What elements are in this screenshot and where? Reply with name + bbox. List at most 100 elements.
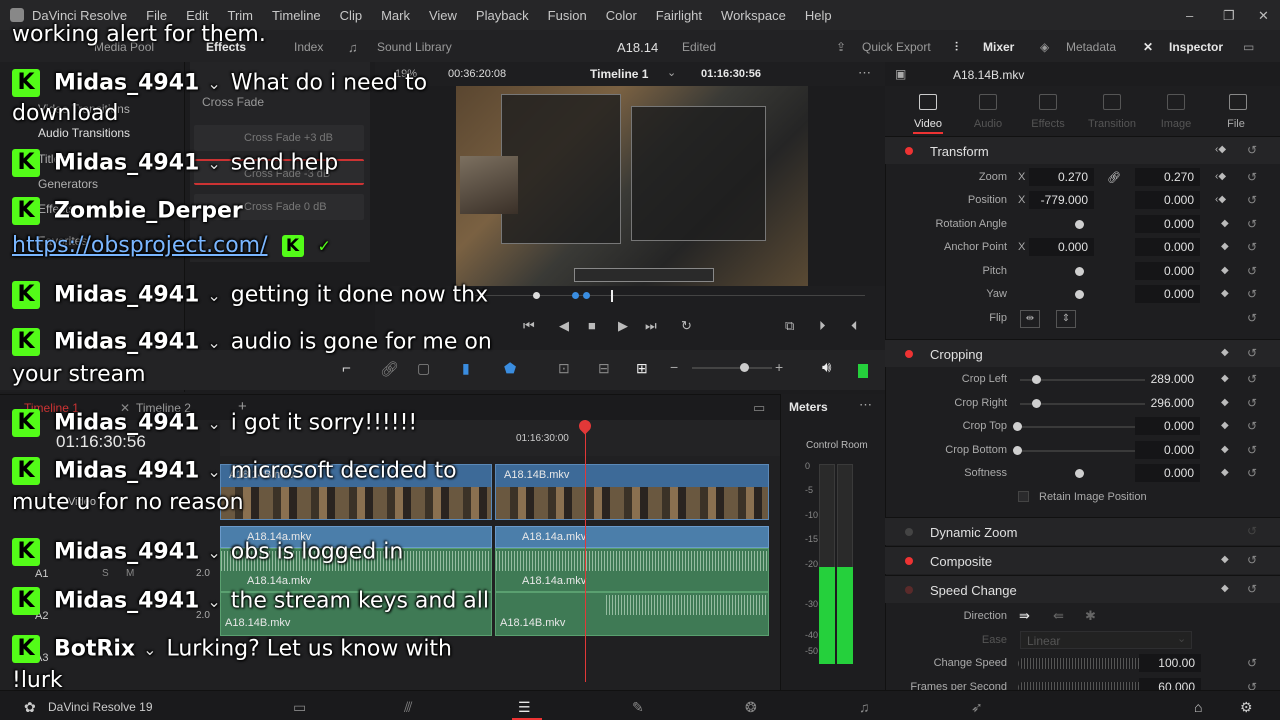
more-options-icon[interactable]: ⋯ xyxy=(858,65,871,81)
freeze-icon[interactable]: ✱ xyxy=(1085,608,1096,624)
deliver-page-icon[interactable]: ➶ xyxy=(971,699,983,716)
timeline-view-icon[interactable]: ▭ xyxy=(753,400,765,416)
keyframe-icon[interactable]: ◆ xyxy=(1221,241,1229,252)
next-edit-icon[interactable]: ⏵ xyxy=(819,318,826,334)
audio-clip[interactable]: A18.14a.mkv xyxy=(220,548,492,592)
reset-icon[interactable]: ↺ xyxy=(1247,311,1257,325)
effect-item[interactable]: Cross Fade +3 dB xyxy=(194,125,364,151)
timeline-selector[interactable]: Timeline 1 xyxy=(590,67,648,81)
tree-generators[interactable]: Generators xyxy=(38,177,98,191)
reset-icon[interactable]: ↺ xyxy=(1247,680,1257,690)
zoom-y-field[interactable]: 0.270 xyxy=(1135,168,1200,186)
reset-icon[interactable]: ↺ xyxy=(1247,466,1257,480)
menu-playback[interactable]: Playback xyxy=(476,8,529,23)
keyframe-icon[interactable]: ◆ xyxy=(1221,373,1229,384)
menu-workspace[interactable]: Workspace xyxy=(721,8,786,23)
fusion-page-icon[interactable]: ✎ xyxy=(632,699,644,716)
reset-icon[interactable]: ↺ xyxy=(1247,553,1257,567)
chevron-down-icon[interactable]: ⌄ xyxy=(667,66,676,79)
reset-icon[interactable]: ↺ xyxy=(1247,193,1257,207)
play-icon[interactable]: ▶ xyxy=(618,318,628,334)
softness-field[interactable]: 0.000 xyxy=(1135,464,1200,482)
reset-icon[interactable]: ↺ xyxy=(1247,240,1257,254)
media-page-icon[interactable]: ▭ xyxy=(293,699,306,716)
metadata-button[interactable]: Metadata xyxy=(1066,40,1116,54)
enable-toggle[interactable] xyxy=(905,528,913,536)
more-options-icon[interactable]: ⋯ xyxy=(859,397,872,413)
marker-blue[interactable] xyxy=(572,292,579,299)
keyframe-icon[interactable]: ◆ xyxy=(1221,554,1229,565)
color-page-icon[interactable]: ❂ xyxy=(745,699,757,716)
cut-page-icon[interactable]: ⫻ xyxy=(404,699,412,716)
enable-toggle[interactable] xyxy=(905,557,913,565)
marker-icon[interactable]: ⬟ xyxy=(504,360,516,377)
crop-top-knob[interactable] xyxy=(1013,422,1022,431)
pitch-field[interactable]: 0.000 xyxy=(1135,262,1200,280)
tree-video-transitions[interactable]: Video Transitions xyxy=(38,102,130,116)
flip-vertical-icon[interactable]: ⇕ xyxy=(1056,310,1076,328)
enable-toggle[interactable] xyxy=(905,350,913,358)
effects-button[interactable]: Effects xyxy=(206,40,246,54)
reset-icon[interactable]: ↺ xyxy=(1247,287,1257,301)
keyframe-icon[interactable]: ◆ xyxy=(1221,288,1229,299)
reset-icon[interactable]: ↺ xyxy=(1247,419,1257,433)
tab-effects[interactable]: Effects xyxy=(1023,118,1073,130)
speed-change-section-header[interactable]: Speed Change ◆ ↺ xyxy=(885,575,1280,603)
tab-transition[interactable]: Transition xyxy=(1087,118,1137,130)
go-to-start-icon[interactable]: ⏮ xyxy=(523,318,535,334)
zoom-custom-icon[interactable]: ⊞ xyxy=(636,360,648,377)
home-icon[interactable]: ⌂ xyxy=(1194,699,1202,715)
retain-checkbox[interactable] xyxy=(1018,491,1029,502)
sound-library-button[interactable]: Sound Library xyxy=(377,40,452,54)
lock-icon[interactable]: ▢ xyxy=(417,360,430,377)
video-clip[interactable]: A18.14B.mkv xyxy=(220,464,492,520)
zoom-slider[interactable] xyxy=(692,367,772,369)
pitch-knob[interactable] xyxy=(1075,267,1084,276)
stop-icon[interactable]: ■ xyxy=(588,318,596,333)
audio-clip[interactable]: A18.14a.mkv xyxy=(495,548,769,592)
menu-clip[interactable]: Clip xyxy=(340,8,362,23)
viewer-playhead[interactable] xyxy=(611,290,613,302)
tree-effects[interactable]: Effects xyxy=(38,202,74,216)
reset-icon[interactable]: ↺ xyxy=(1247,656,1257,670)
zoom-detail-icon[interactable]: ⊟ xyxy=(598,360,610,377)
softness-knob[interactable] xyxy=(1075,469,1084,478)
change-speed-slider[interactable] xyxy=(1018,658,1144,669)
reset-icon[interactable]: ↺ xyxy=(1247,524,1257,538)
transform-section-header[interactable]: Transform ‹◆ ↺ xyxy=(885,136,1280,164)
go-to-end-icon[interactable]: ⏭ xyxy=(645,318,657,334)
menu-trim[interactable]: Trim xyxy=(228,8,254,23)
tab-file[interactable]: File xyxy=(1211,118,1261,130)
forward-icon[interactable]: ⇛ xyxy=(1019,608,1030,624)
quick-export-button[interactable]: Quick Export xyxy=(862,40,931,54)
zoom-x-field[interactable]: 0.270 xyxy=(1029,168,1094,186)
audio-clip[interactable]: A18.14a.mkv xyxy=(495,526,769,548)
position-y-field[interactable]: 0.000 xyxy=(1135,191,1200,209)
keyframe-icon[interactable]: ◆ xyxy=(1221,347,1229,358)
minimize-icon[interactable]: – xyxy=(1186,8,1193,23)
zoom-full-icon[interactable]: ⊡ xyxy=(558,360,570,377)
link-icon[interactable]: 🔗︎ xyxy=(380,360,399,378)
menu-mark[interactable]: Mark xyxy=(381,8,410,23)
snapping-icon[interactable]: ⌐ xyxy=(342,360,351,377)
keyframe-icon[interactable]: ◆ xyxy=(1221,218,1229,229)
index-button[interactable]: Index xyxy=(294,40,323,54)
crop-top-field[interactable]: 0.000 xyxy=(1135,417,1200,435)
close-icon[interactable]: ✕ xyxy=(1258,8,1269,24)
tree-audio-transitions[interactable]: Audio Transitions xyxy=(38,126,130,140)
maximize-icon[interactable]: ❐ xyxy=(1223,8,1235,24)
timeline-ruler[interactable]: 01:16:30:00 xyxy=(220,420,780,456)
fullscreen-icon[interactable]: ▭ xyxy=(1243,40,1254,54)
flip-horizontal-icon[interactable]: ⇹ xyxy=(1020,310,1040,328)
menu-help[interactable]: Help xyxy=(805,8,832,23)
enable-toggle[interactable] xyxy=(905,586,913,594)
match-frame-icon[interactable]: ⧉ xyxy=(785,318,794,334)
crop-top-slider[interactable] xyxy=(1020,426,1145,428)
loop-icon[interactable]: ↻ xyxy=(681,318,692,334)
tab-video[interactable]: Video xyxy=(903,118,953,130)
video-clip[interactable]: A18.14B.mkv xyxy=(495,464,769,520)
keyframe-icon[interactable]: ◆ xyxy=(1221,265,1229,276)
media-pool-button[interactable]: Media Pool xyxy=(94,40,154,54)
reset-icon[interactable]: ↺ xyxy=(1247,346,1257,360)
menu-app[interactable]: DaVinci Resolve xyxy=(32,8,127,23)
